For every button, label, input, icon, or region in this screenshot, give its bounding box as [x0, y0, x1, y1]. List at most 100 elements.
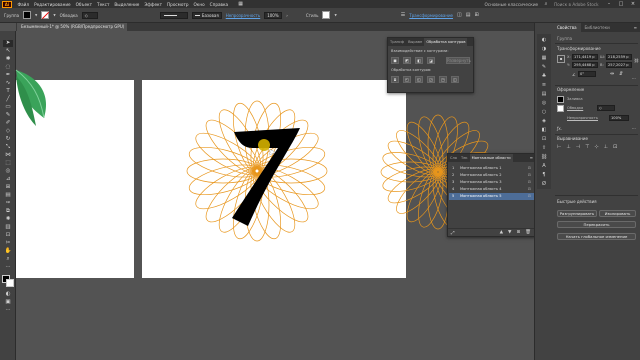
merge-icon[interactable]: ◱ — [415, 76, 423, 83]
appearance-icon[interactable]: ○ — [539, 108, 549, 116]
new-artboard-icon[interactable]: ⊞ — [517, 230, 521, 235]
curvature-tool-icon[interactable]: ∿ — [3, 80, 13, 87]
minimize-icon[interactable]: – — [605, 1, 613, 7]
character-icon[interactable]: A — [539, 162, 549, 170]
line-tool-icon[interactable]: ╱ — [3, 96, 13, 103]
stroke-label[interactable]: Обводка — [567, 106, 583, 110]
more-tools-icon[interactable]: ··· — [3, 264, 13, 271]
artboards-icon[interactable]: ⊡ — [539, 135, 549, 143]
rotation-field[interactable]: 0° — [578, 71, 596, 77]
panel-menu-icon[interactable]: ≡ — [634, 23, 640, 32]
paintbrush-tool-icon[interactable]: ✎ — [3, 112, 13, 119]
close-window-icon[interactable]: × — [629, 1, 637, 7]
blend-tool-icon[interactable]: ⧉ — [3, 208, 13, 215]
transform-icon[interactable]: ⊞ — [474, 12, 478, 18]
align-left-icon[interactable]: ⊢ — [557, 144, 561, 150]
artboard-options-icon[interactable]: ⊡ — [528, 172, 531, 179]
intersect-icon[interactable]: ◧ — [415, 57, 423, 64]
artboard-options-icon[interactable]: ⊡ — [528, 165, 531, 172]
stroke-weight-field[interactable]: ◇ — [597, 105, 615, 111]
fill-label[interactable]: Заливка — [567, 97, 583, 101]
crop-icon[interactable]: ◲ — [427, 76, 435, 83]
chevron-down-icon[interactable]: ▼ — [334, 13, 336, 17]
asset-export-icon[interactable]: ⇪ — [539, 144, 549, 152]
height-field[interactable]: 257,2027 p — [606, 62, 632, 68]
opacity-label[interactable]: Непрозрачность — [567, 116, 598, 120]
green-leaf-shape[interactable] — [14, 62, 54, 132]
transparency-icon[interactable]: ◎ — [539, 99, 549, 107]
stroke-weight-field[interactable]: ◇ — [81, 11, 98, 19]
align-right-icon[interactable]: ⊣ — [576, 144, 580, 150]
constrain-proportions-icon[interactable]: ⛓ — [634, 58, 639, 63]
artboard-row-1[interactable]: 1 Монтажная область 1 ⊡ — [449, 165, 535, 172]
align-bottom-icon[interactable]: ⊥ — [604, 144, 608, 150]
workspace-switcher[interactable]: Основные классические — [482, 2, 541, 7]
recolor-button[interactable]: Перекрасить — [557, 221, 636, 228]
opacity-link[interactable]: Непрозрачность — [226, 13, 261, 18]
stroke-color-swatch[interactable] — [557, 105, 564, 112]
maximize-icon[interactable]: □ — [617, 1, 625, 7]
shaper-tool-icon[interactable]: ✐ — [3, 120, 13, 127]
align-middle-icon[interactable]: ⊹ — [594, 144, 598, 150]
stroke-label[interactable]: Обводка — [60, 13, 78, 18]
rotate-tool-icon[interactable]: ↻ — [3, 136, 13, 143]
move-down-icon[interactable]: ▼ — [508, 230, 511, 235]
symbol-sprayer-tool-icon[interactable]: ✺ — [3, 216, 13, 223]
menu-window[interactable]: Окно — [191, 2, 207, 7]
graphic-styles-icon[interactable]: ◈ — [539, 117, 549, 125]
chevron-down-icon[interactable]: ▼ — [53, 13, 55, 17]
graph-tool-icon[interactable]: ▥ — [3, 224, 13, 231]
pen-tool-icon[interactable]: ✒ — [3, 72, 13, 79]
stroke-swatch[interactable] — [41, 11, 50, 19]
artboard-tool-icon[interactable]: ⊡ — [3, 232, 13, 239]
tab-layers[interactable]: Сло — [448, 154, 459, 162]
free-transform-tool-icon[interactable]: ⬚ — [3, 160, 13, 167]
align-top-icon[interactable]: ⊤ — [585, 144, 589, 150]
direct-selection-tool-icon[interactable]: ↖ — [3, 48, 13, 55]
menu-file[interactable]: Файл — [15, 2, 32, 7]
shape-builder-tool-icon[interactable]: ◎ — [3, 168, 13, 175]
selection-tool-icon[interactable]: ➤ — [3, 40, 13, 47]
fill-color-swatch[interactable] — [557, 96, 564, 103]
eraser-tool-icon[interactable]: ◇ — [3, 128, 13, 135]
delete-icon[interactable]: 🗑 — [525, 230, 531, 235]
gradient-tool-icon[interactable]: ▤ — [3, 192, 13, 199]
ungroup-button[interactable]: Разгруппировать — [557, 210, 597, 217]
fill-swatch[interactable] — [23, 11, 32, 19]
layout-icon[interactable]: ▦ — [237, 1, 245, 7]
paragraph-icon[interactable]: ¶ — [539, 171, 549, 179]
stroke-color-swatch[interactable] — [6, 279, 14, 287]
x-field[interactable]: 171,4419 p — [572, 54, 598, 60]
glyphs-icon[interactable]: Ø — [539, 180, 549, 188]
menu-type[interactable]: Текст — [95, 2, 112, 7]
zoom-tool-icon[interactable]: ⌕ — [3, 256, 13, 263]
menu-object[interactable]: Объект — [73, 2, 94, 7]
menu-help[interactable]: Справка — [207, 2, 230, 7]
opacity-field[interactable]: 100% — [609, 115, 629, 121]
perspective-grid-tool-icon[interactable]: ⊿ — [3, 176, 13, 183]
seven-glyph-art[interactable] — [226, 114, 306, 234]
fx-icon[interactable]: ƒx. — [557, 126, 562, 131]
trim-icon[interactable]: ◰ — [403, 76, 411, 83]
move-up-icon[interactable]: ▲ — [500, 230, 503, 235]
flip-horizontal-icon[interactable]: ⇹ — [610, 71, 614, 77]
rectangle-tool-icon[interactable]: ▭ — [3, 104, 13, 111]
unite-icon[interactable]: ◼ — [391, 57, 399, 64]
tab-pathfinder[interactable]: Обработка контуров — [424, 38, 468, 46]
width-field[interactable]: 218,2559 p — [606, 54, 632, 60]
artboard-row-3[interactable]: 3 Монтажная область 3 ⊡ — [449, 179, 535, 186]
graphic-style-swatch[interactable] — [322, 11, 331, 19]
links-icon[interactable]: ⛓ — [539, 153, 549, 161]
drawing-mode-icon[interactable]: ◐ — [3, 291, 13, 298]
gradient-panel-icon[interactable]: ▤ — [539, 90, 549, 98]
width-tool-icon[interactable]: ⋈ — [3, 152, 13, 159]
scale-tool-icon[interactable]: ⤡ — [3, 144, 13, 151]
chevron-right-icon[interactable]: › — [286, 13, 288, 18]
reference-point-icon[interactable]: ▪ — [557, 55, 565, 63]
color-guide-icon[interactable]: ◑ — [539, 45, 549, 53]
color-panel-icon[interactable]: ◐ — [539, 36, 549, 44]
artboard-options-icon[interactable]: ⊡ — [528, 193, 531, 200]
menu-edit[interactable]: Редактирование — [32, 2, 74, 7]
divide-icon[interactable]: ⧈ — [391, 76, 399, 83]
variable-width-profile[interactable] — [159, 11, 188, 19]
